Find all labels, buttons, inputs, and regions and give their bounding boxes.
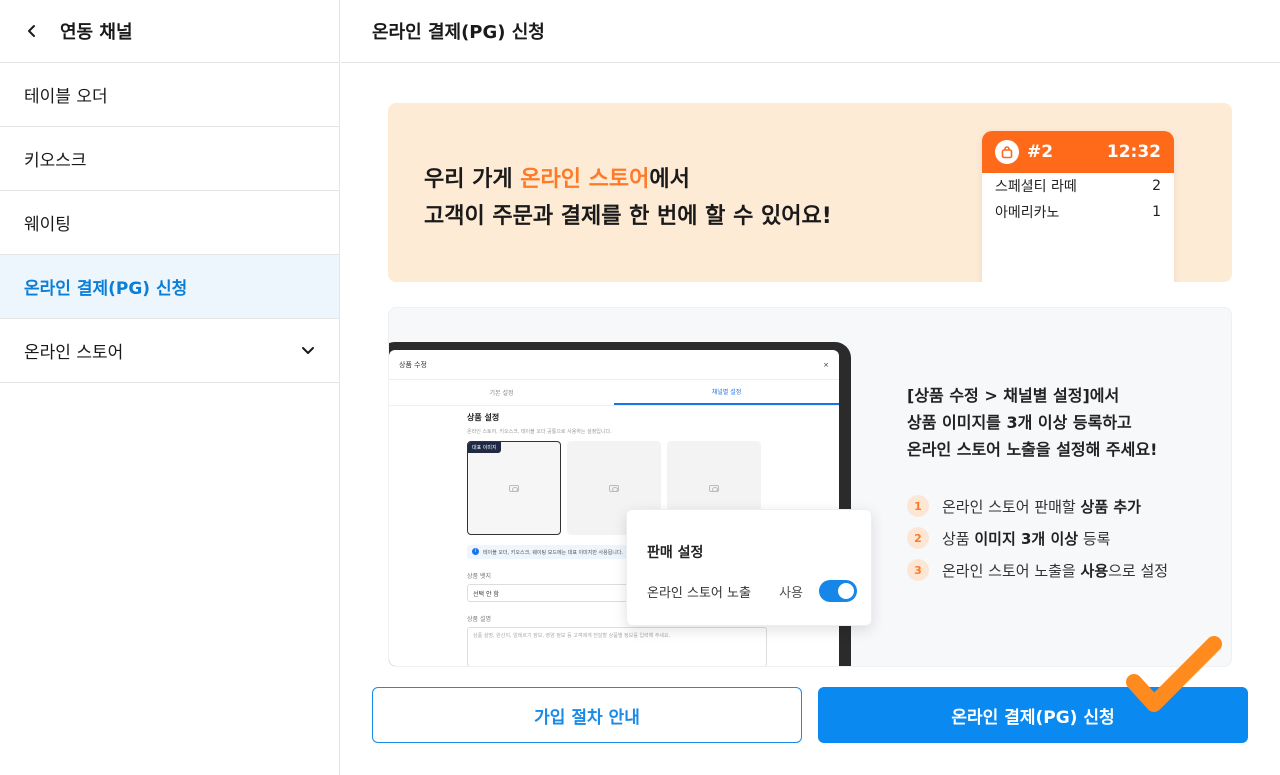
banner-line1-pre: 우리 가게 — [424, 167, 521, 192]
banner-highlight: 온라인 스토어 — [520, 167, 650, 192]
sidebar-item-label: 테이블 오더 — [24, 87, 108, 107]
camera-icon — [509, 484, 519, 492]
screen-tab-basic: 기본 설정 — [489, 390, 514, 397]
screen-textarea: 상품 설명, 원산지, 알레르기 정보, 영양 정보 등 고객에게 전달할 상품… — [467, 627, 767, 666]
guide-description: [상품 수정 > 채널별 설정]에서 상품 이미지를 3개 이상 등록하고 온라… — [907, 382, 1157, 463]
main-image-tag: 대표 이미지 — [468, 442, 501, 453]
screen-section-sub: 온라인 스토어, 키오스크, 테이블 오더 공통으로 사용하는 설정입니다. — [467, 429, 612, 435]
popup-row: 온라인 스토어 노출 사용 — [647, 580, 857, 602]
store-exposure-toggle — [819, 580, 857, 602]
image-slot-main: 대표 이미지 — [467, 441, 561, 535]
sidebar-header: 연동 채널 — [0, 0, 339, 63]
guide-line-2: 상품 이미지를 3개 이상 등록하고 — [907, 413, 1132, 432]
back-arrow-icon[interactable] — [22, 21, 42, 41]
sidebar-item-label: 키오스크 — [24, 151, 87, 171]
shopping-bag-icon — [995, 140, 1019, 164]
banner-text: 우리 가게 온라인 스토어에서 고객이 주문과 결제를 한 번에 할 수 있어요… — [424, 161, 832, 235]
step-bold: 상품 추가 — [1080, 497, 1141, 516]
step-bold: 이미지 3개 이상 — [974, 529, 1079, 548]
step-text: 등록 — [1078, 529, 1111, 548]
banner-line-1: 우리 가게 온라인 스토어에서 — [424, 161, 832, 198]
page-title: 온라인 결제(PG) 신청 — [341, 0, 1280, 63]
step-number: 3 — [907, 559, 929, 581]
camera-icon — [709, 484, 719, 492]
receipt-item-qty: 2 — [1152, 178, 1161, 194]
popup-row-label: 온라인 스토어 노출 — [647, 585, 751, 601]
step-item: 3 온라인 스토어 노출을 사용으로 설정 — [907, 554, 1168, 586]
screen-tab-channel: 채널별 설정 — [614, 380, 839, 405]
popup-title: 판매 설정 — [647, 545, 704, 561]
apply-online-payment-button[interactable]: 온라인 결제(PG) 신청 — [818, 687, 1248, 743]
receipt-item-qty: 1 — [1152, 204, 1161, 220]
step-item: 2 상품 이미지 3개 이상 등록 — [907, 522, 1168, 554]
screen-tabs: 기본 설정 채널별 설정 — [389, 380, 839, 406]
step-text: 으로 설정 — [1108, 561, 1169, 580]
main-content: 온라인 결제(PG) 신청 우리 가게 온라인 스토어에서 고객이 주문과 결제… — [341, 0, 1280, 775]
order-receipt-illustration: #2 12:32 스페셜티 라떼 2 아메리카노 1 — [982, 131, 1174, 282]
step-bold: 사용 — [1080, 561, 1109, 580]
screen-title: 상품 수정 — [399, 360, 427, 369]
receipt-row: 스페셜티 라떼 2 — [982, 173, 1174, 199]
sidebar-item-waiting[interactable]: 웨이팅 — [0, 191, 339, 255]
toggle-label: 사용 — [779, 585, 803, 601]
receipt-row: 아메리카노 1 — [982, 199, 1174, 225]
receipt-time: 12:32 — [1106, 142, 1161, 162]
sales-setting-popup: 판매 설정 온라인 스토어 노출 사용 — [626, 509, 872, 626]
sidebar-item-kiosk[interactable]: 키오스크 — [0, 127, 339, 191]
chevron-down-icon — [301, 341, 315, 361]
sidebar-item-label: 온라인 결제(PG) 신청 — [24, 279, 188, 299]
step-text: 온라인 스토어 노출을 — [942, 561, 1081, 580]
promo-banner: 우리 가게 온라인 스토어에서 고객이 주문과 결제를 한 번에 할 수 있어요… — [388, 103, 1232, 282]
step-number: 1 — [907, 495, 929, 517]
signup-guide-button[interactable]: 가입 절차 안내 — [372, 687, 802, 743]
sidebar-item-label: 웨이팅 — [24, 215, 71, 235]
close-icon: × — [823, 360, 829, 369]
sidebar-item-online-payment[interactable]: 온라인 결제(PG) 신청 — [0, 255, 339, 319]
step-number: 2 — [907, 527, 929, 549]
sidebar-title: 연동 채널 — [60, 22, 133, 43]
receipt-item-name: 스페셜티 라떼 — [995, 179, 1077, 195]
camera-icon — [609, 484, 619, 492]
receipt-item-name: 아메리카노 — [995, 205, 1060, 221]
sidebar: 연동 채널 테이블 오더 키오스크 웨이팅 온라인 결제(PG) 신청 온라인 … — [0, 0, 340, 775]
guide-line-3: 온라인 스토어 노출을 설정해 주세요! — [907, 440, 1158, 459]
receipt-order-number: #2 — [1027, 142, 1054, 162]
sidebar-item-label: 온라인 스토어 — [24, 343, 124, 363]
banner-line1-post: 에서 — [649, 167, 690, 192]
sidebar-item-online-store[interactable]: 온라인 스토어 — [0, 319, 339, 383]
banner-line-2: 고객이 주문과 결제를 한 번에 할 수 있어요! — [424, 204, 832, 229]
step-item: 1 온라인 스토어 판매할 상품 추가 — [907, 490, 1168, 522]
step-list: 1 온라인 스토어 판매할 상품 추가 2 상품 이미지 3개 이상 등록 3 … — [907, 490, 1168, 586]
step-text: 온라인 스토어 판매할 — [942, 497, 1081, 516]
step-text: 상품 — [942, 529, 975, 548]
receipt-header: #2 12:32 — [982, 131, 1174, 173]
sidebar-item-table-order[interactable]: 테이블 오더 — [0, 63, 339, 127]
guide-line-1: [상품 수정 > 채널별 설정]에서 — [907, 386, 1120, 405]
screen-titlebar: 상품 수정 × — [389, 350, 839, 380]
screen-section-title: 상품 설정 — [467, 413, 500, 422]
setup-guide-card: 상품 수정 × 기본 설정 채널별 설정 상품 설정 온라인 스토어, 키오스크… — [388, 307, 1232, 667]
